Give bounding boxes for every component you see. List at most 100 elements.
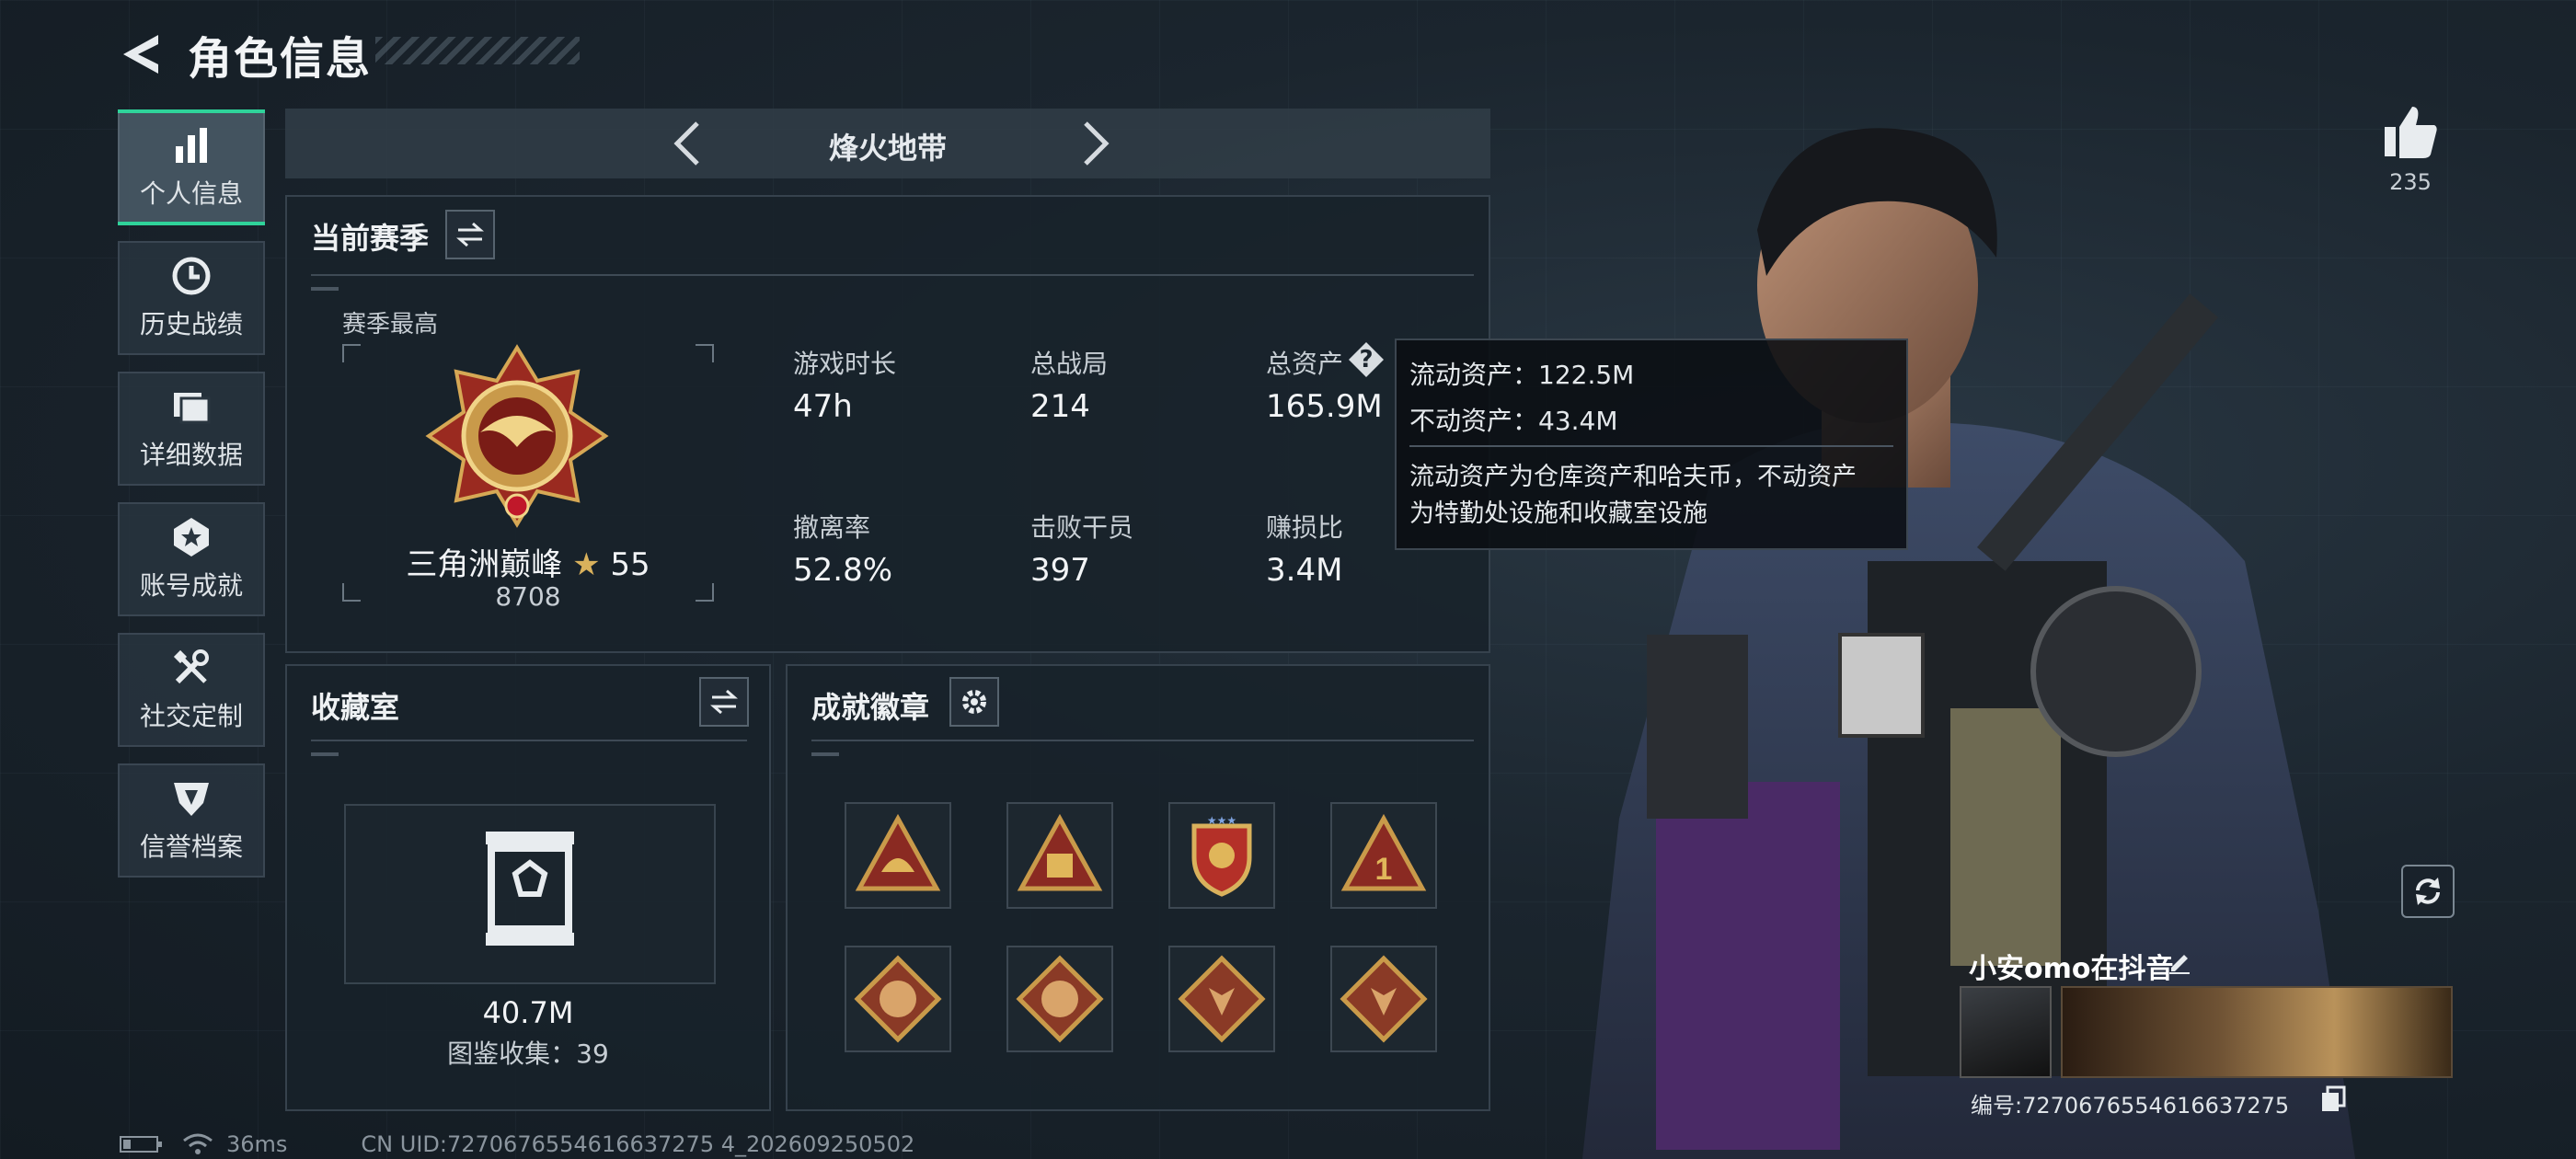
avatar[interactable]	[1960, 986, 2052, 1078]
rank-name: 三角洲巅峰	[406, 546, 563, 583]
stat-value-extract-rate: 52.8%	[793, 552, 893, 589]
stat-value-matches: 214	[1030, 388, 1090, 425]
badge-wolf-icon	[1340, 955, 1428, 1043]
back-arrow-icon[interactable]	[118, 31, 162, 77]
divider	[1409, 445, 1893, 447]
svg-text:1: 1	[1375, 852, 1393, 887]
rank-points: 8708	[495, 581, 561, 612]
svg-text:★★★: ★★★	[1207, 814, 1236, 827]
sidebar-item-label: 个人信息	[139, 178, 243, 209]
sidebar-item-credit[interactable]: 信誉档案	[118, 763, 265, 878]
tooltip-fixed-assets: 不动资产：43.4M	[1409, 406, 1618, 436]
uid-text: CN UID:7270676554616637275 4_20260925050…	[361, 1131, 915, 1157]
bar-chart-icon	[176, 128, 207, 163]
collection-title: 收藏室	[311, 690, 400, 725]
season-switch-button[interactable]	[445, 210, 495, 259]
refresh-icon	[2416, 878, 2440, 905]
badge-dragon-icon	[854, 955, 942, 1043]
player-card: 小安omo在抖音 编号:7270676554616637275	[1960, 940, 2456, 1124]
stat-label-playtime: 游戏时长	[793, 349, 897, 379]
badges-panel: 成就徽章 ★★★ 1	[786, 664, 1490, 1111]
badge-shield-icon: ★★★	[1191, 814, 1252, 897]
badge-helmet-icon	[855, 813, 941, 891]
rank-stars: 55	[610, 546, 650, 583]
stat-value-kills: 397	[1030, 552, 1090, 589]
thumbs-up-icon[interactable]	[2381, 101, 2442, 162]
sidebar-item-label: 社交定制	[139, 701, 243, 731]
badges-settings-button[interactable]	[949, 677, 999, 727]
swap-icon	[710, 689, 738, 715]
tooltip-liquid-assets: 流动资产：122.5M	[1409, 360, 1635, 390]
badge-slot[interactable]	[845, 802, 951, 909]
tools-icon	[173, 649, 209, 684]
gear-icon	[962, 690, 986, 714]
stat-label-assets: 总资产	[1266, 349, 1344, 379]
stat-value-profit-ratio: 3.4M	[1266, 552, 1343, 589]
sidebar-item-social[interactable]: 社交定制	[118, 633, 265, 747]
swap-icon	[456, 222, 484, 247]
decor-tick	[311, 287, 339, 291]
display-case-icon	[486, 832, 574, 946]
mode-selector: 烽火地带	[285, 109, 1490, 178]
header: 角色信息	[118, 22, 580, 86]
refresh-button[interactable]	[2401, 865, 2455, 918]
battery-icon	[120, 1136, 162, 1153]
edit-icon[interactable]	[2166, 947, 2193, 975]
badge-slot[interactable]	[1168, 946, 1275, 1052]
badge-dragon-icon	[1016, 955, 1104, 1043]
mode-name: 烽火地带	[828, 131, 947, 166]
rank-line: 三角洲巅峰 ★ 55	[342, 539, 714, 584]
stat-label-kills: 击败干员	[1030, 512, 1134, 543]
help-icon[interactable]: ?	[1349, 342, 1384, 377]
status-bar: 36ms CN UID:7270676554616637275 4_202609…	[120, 1131, 914, 1157]
player-name: 小安omo在抖音	[1969, 953, 2174, 985]
badge-slot[interactable]	[1006, 802, 1113, 909]
page-title: 角色信息	[188, 33, 373, 85]
tooltip-description-1: 流动资产为仓库资产和哈夫币，不动资产	[1409, 463, 1857, 491]
badge-bag-icon	[1017, 813, 1103, 891]
collection-panel[interactable]: 收藏室 40.7M 图鉴收集：39	[285, 664, 771, 1111]
season-best-label: 赛季最高	[342, 311, 439, 339]
badge-slot[interactable]: 1	[1330, 802, 1437, 909]
badge-slot[interactable]	[1330, 946, 1437, 1052]
stat-label-extract-rate: 撤离率	[793, 512, 871, 543]
divider	[311, 274, 1474, 276]
sidebar-item-details[interactable]: 详细数据	[118, 372, 265, 486]
badge-slot[interactable]	[845, 946, 951, 1052]
like-count: 235	[2389, 169, 2432, 195]
sidebar-item-label: 账号成就	[139, 570, 243, 601]
ping-value: 36ms	[226, 1131, 288, 1157]
frame-corner	[696, 344, 714, 362]
collection-switch-button[interactable]	[699, 677, 749, 727]
player-id: 编号:7270676554616637275	[1971, 1093, 2290, 1119]
season-panel: 当前赛季 赛季最高 三角洲巅峰 ★ 55 8708 游戏时长 47h 总战局 2…	[285, 195, 1490, 653]
sidebar-item-achievements[interactable]: 账号成就	[118, 502, 265, 616]
collection-catalog: 图鉴收集：39	[447, 1039, 609, 1069]
profile-banner[interactable]	[2061, 986, 2453, 1078]
badge-wolf-icon	[1178, 955, 1266, 1043]
sidebar-item-label: 详细数据	[139, 440, 243, 470]
sidebar-item-label: 历史战绩	[139, 309, 243, 339]
tooltip-description-2: 为特勤处设施和收藏室设施	[1409, 499, 1708, 528]
divider	[811, 740, 1474, 741]
sidebar-item-label: 信誉档案	[139, 832, 243, 862]
badge-slot[interactable]: ★★★	[1168, 802, 1275, 909]
stat-value-assets: 165.9M	[1266, 388, 1383, 425]
collection-value: 40.7M	[482, 995, 574, 1030]
copy-icon[interactable]	[2320, 1085, 2346, 1113]
star-badge-icon	[174, 518, 209, 557]
sidebar-item-history[interactable]: 历史战绩	[118, 241, 265, 355]
clock-icon	[172, 257, 211, 295]
assets-tooltip: 流动资产：122.5M 不动资产：43.4M 流动资产为仓库资产和哈夫币，不动资…	[1395, 339, 1908, 550]
sidebar-item-profile[interactable]: 个人信息	[118, 109, 265, 225]
chevron-right-icon[interactable]	[1069, 118, 1121, 169]
stat-label-profit-ratio: 赚损比	[1266, 512, 1344, 543]
title-decoration	[375, 37, 580, 64]
wifi-icon	[183, 1133, 213, 1154]
shield-icon	[174, 783, 209, 816]
decor-tick	[811, 752, 839, 756]
rank-star-icon: ★	[572, 546, 601, 583]
rank-emblem-icon	[425, 344, 609, 528]
frame-corner	[342, 344, 361, 362]
badge-slot[interactable]	[1006, 946, 1113, 1052]
